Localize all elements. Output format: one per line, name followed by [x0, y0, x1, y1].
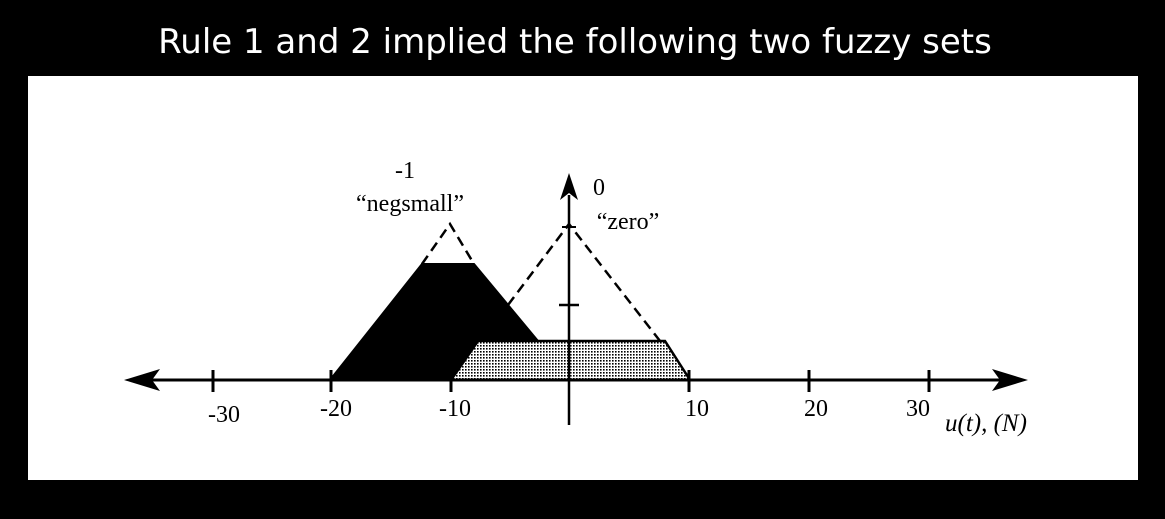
tick-label: 30 — [906, 396, 930, 422]
u-axis-label: u(t), (N) — [945, 410, 1027, 437]
tick-label: -10 — [439, 396, 471, 422]
figure-panel: -30 -20 -10 10 20 30 u(t), (N) -1 “negsm… — [28, 76, 1138, 480]
fuzzy-sets-diagram: -30 -20 -10 10 20 30 u(t), (N) -1 “negsm… — [124, 158, 1028, 437]
negsmall-index-label: -1 — [395, 158, 415, 184]
tick-label: 10 — [685, 396, 709, 422]
tick-label: -30 — [208, 402, 240, 428]
slide-title: Rule 1 and 2 implied the following two f… — [158, 22, 992, 62]
negsmall-dashed-triangle — [420, 221, 476, 265]
zero-name-label: “zero” — [597, 209, 660, 235]
zero-clipped-set — [448, 339, 693, 382]
negsmall-name-label: “negsmall” — [356, 191, 464, 217]
tick-label: 20 — [804, 396, 828, 422]
zero-index-label: 0 — [593, 175, 605, 201]
tick-label: -20 — [320, 396, 352, 422]
zero-dashed-triangle — [507, 221, 661, 342]
